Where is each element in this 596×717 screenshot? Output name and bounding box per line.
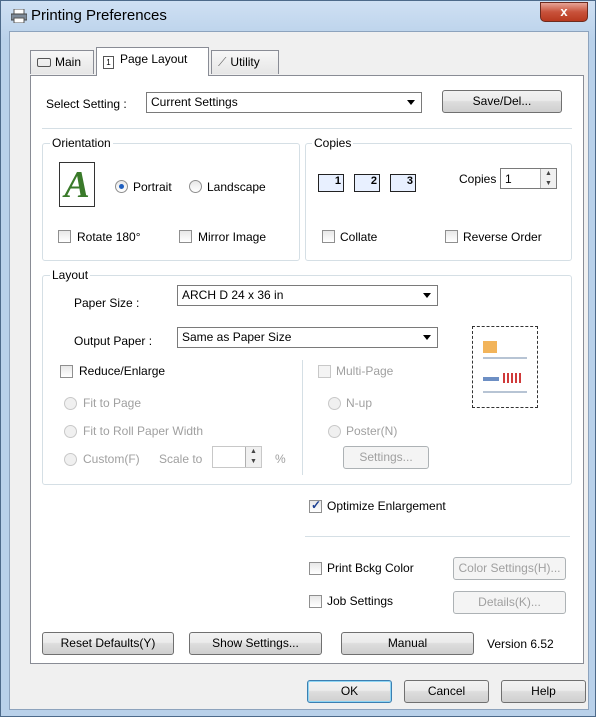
landscape-label[interactable]: Landscape [207, 180, 266, 194]
scale-stepper[interactable]: ▲ ▼ [212, 446, 262, 468]
details-button[interactable]: Details(K)... [453, 591, 566, 614]
output-paper-value: Same as Paper Size [182, 330, 292, 344]
reverse-order-checkbox[interactable] [445, 230, 458, 243]
ok-button[interactable]: OK [307, 680, 392, 703]
show-settings-button[interactable]: Show Settings... [189, 632, 322, 655]
copies-count-label: Copies [459, 172, 497, 186]
rotate-180-checkbox[interactable] [58, 230, 71, 243]
tab-page-layout[interactable]: 1 Page Layout [96, 47, 209, 76]
preview-text-block [483, 377, 499, 381]
layout-settings-button[interactable]: Settings... [343, 446, 429, 469]
printer-icon [11, 9, 27, 23]
custom-radio[interactable] [64, 453, 77, 466]
tab-utility[interactable]: ⟋ Utility [211, 50, 279, 74]
preview-line [483, 357, 527, 359]
reduce-enlarge-label[interactable]: Reduce/Enlarge [79, 364, 165, 378]
n-up-radio[interactable] [328, 397, 341, 410]
title-bar[interactable]: Printing Preferences x [1, 1, 596, 31]
preview-chart-block [503, 373, 523, 383]
tab-utility-label: Utility [230, 55, 260, 69]
layout-divider [302, 360, 303, 475]
divider [42, 128, 572, 129]
preview-image-block [483, 341, 497, 353]
rotate-180-label[interactable]: Rotate 180° [77, 230, 141, 244]
spin-down-icon[interactable]: ▼ [541, 179, 556, 189]
chevron-down-icon [423, 335, 431, 340]
reset-defaults-button[interactable]: Reset Defaults(Y) [42, 632, 174, 655]
wrench-icon: ⟋ [218, 55, 227, 69]
multi-page-checkbox[interactable] [318, 365, 331, 378]
reverse-order-label[interactable]: Reverse Order [463, 230, 542, 244]
save-del-button[interactable]: Save/Del... [442, 90, 562, 113]
fit-to-roll-label[interactable]: Fit to Roll Paper Width [83, 424, 203, 438]
copies-spin-buttons[interactable]: ▲ ▼ [540, 169, 556, 188]
custom-label[interactable]: Custom(F) [83, 452, 140, 466]
multi-page-label[interactable]: Multi-Page [336, 364, 393, 378]
color-settings-button[interactable]: Color Settings(H)... [453, 557, 566, 580]
scale-spin-buttons[interactable]: ▲ ▼ [245, 447, 261, 467]
copies-title: Copies [312, 136, 354, 150]
page-icon: 1 [103, 56, 114, 69]
tab-main[interactable]: Main [30, 50, 94, 74]
page-stack-3: 3 [390, 174, 416, 192]
optimize-enlargement-label[interactable]: Optimize Enlargement [327, 499, 446, 513]
print-bckg-color-checkbox[interactable] [309, 562, 322, 575]
cancel-button[interactable]: Cancel [404, 680, 489, 703]
tab-page-layout-label: Page Layout [120, 52, 188, 66]
job-settings-checkbox[interactable] [309, 595, 322, 608]
reduce-enlarge-checkbox[interactable] [60, 365, 73, 378]
percent-label: % [275, 452, 286, 466]
poster-radio[interactable] [328, 425, 341, 438]
copies-value: 1 [505, 172, 512, 186]
portrait-label[interactable]: Portrait [133, 180, 172, 194]
chevron-down-icon [423, 293, 431, 298]
portrait-radio[interactable] [115, 180, 128, 193]
page-preview-icon [472, 326, 538, 408]
window-title: Printing Preferences [31, 7, 167, 24]
tab-main-label: Main [55, 55, 82, 69]
scale-to-label: Scale to [159, 452, 203, 466]
paper-size-value: ARCH D 24 x 36 in [182, 288, 284, 302]
paper-size-label: Paper Size : [74, 296, 140, 310]
spin-down-icon[interactable]: ▼ [246, 457, 261, 467]
n-up-label[interactable]: N-up [346, 396, 372, 410]
poster-label[interactable]: Poster(N) [346, 424, 397, 438]
copies-stepper[interactable]: 1 ▲ ▼ [500, 168, 557, 189]
fit-to-page-radio[interactable] [64, 397, 77, 410]
collate-checkbox[interactable] [322, 230, 335, 243]
fit-to-page-label[interactable]: Fit to Page [83, 396, 141, 410]
page-stack-2: 2 [354, 174, 380, 192]
fit-to-roll-radio[interactable] [64, 425, 77, 438]
layout-title: Layout [50, 268, 91, 282]
select-setting-label: Select Setting : [46, 97, 127, 111]
page-stack-1: 1 [318, 174, 344, 192]
orientation-preview-icon: A [59, 162, 95, 207]
preview-line [483, 391, 527, 393]
output-paper-dropdown[interactable]: Same as Paper Size [177, 327, 438, 348]
mirror-image-label[interactable]: Mirror Image [198, 230, 266, 244]
spin-up-icon[interactable]: ▲ [541, 169, 556, 179]
job-settings-label[interactable]: Job Settings [327, 594, 393, 608]
landscape-radio[interactable] [189, 180, 202, 193]
spin-up-icon[interactable]: ▲ [246, 447, 261, 457]
optimize-enlargement-checkbox[interactable] [309, 498, 322, 513]
select-setting-value: Current Settings [151, 95, 238, 109]
close-button[interactable]: x [540, 2, 588, 22]
orientation-letter: A [64, 164, 90, 206]
divider [305, 536, 570, 537]
collate-pages-icon: 1 2 3 [318, 170, 428, 192]
paper-size-dropdown[interactable]: ARCH D 24 x 36 in [177, 285, 438, 306]
output-paper-label: Output Paper : [74, 334, 153, 348]
printer-icon [37, 58, 51, 67]
select-setting-dropdown[interactable]: Current Settings [146, 92, 422, 113]
print-bckg-color-label[interactable]: Print Bckg Color [327, 561, 414, 575]
orientation-title: Orientation [50, 136, 113, 150]
version-label: Version 6.52 [487, 637, 554, 651]
manual-button[interactable]: Manual [341, 632, 474, 655]
collate-label[interactable]: Collate [340, 230, 377, 244]
mirror-image-checkbox[interactable] [179, 230, 192, 243]
help-button[interactable]: Help [501, 680, 586, 703]
chevron-down-icon [407, 100, 415, 105]
